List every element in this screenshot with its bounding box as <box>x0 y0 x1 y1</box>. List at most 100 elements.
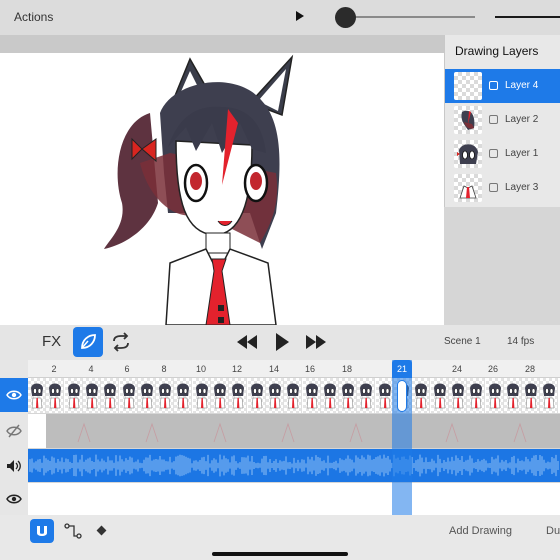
magnet-icon <box>37 526 47 536</box>
layer-thumbnail <box>454 72 482 100</box>
layer-row-4[interactable]: Layer 4 <box>445 69 560 103</box>
frame-cell[interactable] <box>265 378 284 413</box>
layer-thumbnail <box>454 106 482 134</box>
frame-cell[interactable] <box>119 378 138 413</box>
hair-thumbnail-icon <box>461 110 475 130</box>
frame-tick: 16 <box>304 364 316 374</box>
rewind-icon[interactable] <box>236 335 258 349</box>
add-drawing-button[interactable]: Add Drawing <box>449 525 512 537</box>
layer-row-3[interactable]: Layer 3 <box>445 171 560 205</box>
frame-ruler[interactable]: 2 4 6 8 10 12 14 16 18 24 26 28 <box>28 360 560 378</box>
drawing-canvas[interactable] <box>0 53 444 325</box>
frame-cell[interactable] <box>467 378 486 413</box>
snap-button[interactable] <box>30 519 54 543</box>
layer-row-2[interactable]: Layer 2 <box>445 103 560 137</box>
track-visibility-toggle[interactable] <box>0 414 28 448</box>
frame-cell[interactable] <box>137 378 156 413</box>
frame-cell[interactable] <box>375 378 394 413</box>
frame-thumbnail <box>122 383 135 409</box>
fx-button[interactable]: FX <box>42 333 61 350</box>
frame-cell[interactable] <box>247 378 266 413</box>
frame-cell[interactable] <box>503 378 522 413</box>
fast-forward-icon[interactable] <box>305 335 327 349</box>
frame-cell[interactable] <box>64 378 83 413</box>
layer-visibility-icon[interactable] <box>489 149 498 158</box>
preview-slider-track[interactable] <box>345 16 475 18</box>
character-drawing <box>104 54 294 325</box>
actions-menu[interactable]: Actions <box>14 10 53 24</box>
layer-label: Layer 3 <box>505 182 539 193</box>
duplicate-button[interactable]: Du <box>546 525 560 537</box>
frame-cell[interactable] <box>339 378 358 413</box>
frame-cell[interactable] <box>485 378 504 413</box>
frame-thumbnail <box>415 383 428 409</box>
frame-cell[interactable] <box>540 378 559 413</box>
frame-cell[interactable] <box>101 378 120 413</box>
frame-cell[interactable] <box>46 378 65 413</box>
frame-thumbnail <box>451 383 464 409</box>
loop-icon[interactable] <box>110 332 132 352</box>
frame-thumbnail <box>177 383 190 409</box>
diamond-icon[interactable] <box>96 525 107 536</box>
layer-label: Layer 4 <box>505 80 539 91</box>
frame-thumbnail <box>104 383 117 409</box>
frame-thumbnail <box>378 383 391 409</box>
frame-cell[interactable] <box>174 378 193 413</box>
layer-track-ghosts <box>77 422 527 443</box>
frame-thumbnail <box>342 383 355 409</box>
empty-track[interactable] <box>28 483 560 515</box>
frame-cell[interactable] <box>320 378 339 413</box>
top-bar: Actions <box>0 0 560 35</box>
audio-waveform <box>29 454 559 477</box>
frame-tick: 10 <box>195 364 207 374</box>
timeline-toolbar: FX Scene 1 14 fps <box>0 325 560 360</box>
layer-visibility-icon[interactable] <box>489 81 498 90</box>
track-visibility-toggle[interactable] <box>0 482 28 516</box>
frame-cell[interactable] <box>412 378 431 413</box>
layer-row-1[interactable]: Layer 1 <box>445 137 560 171</box>
track-visibility-toggle[interactable] <box>0 378 28 412</box>
brush-tool-button[interactable] <box>73 327 103 357</box>
frame-cell[interactable] <box>211 378 229 413</box>
layer-label: Layer 2 <box>505 114 539 125</box>
eye-icon <box>6 494 22 504</box>
audio-track-toggle[interactable] <box>0 449 28 483</box>
frame-cell[interactable] <box>448 378 467 413</box>
frame-thumbnail <box>323 383 336 409</box>
drawing-layers-panel: Drawing Layers Layer 4 Layer 2 Layer 1 L… <box>444 35 560 207</box>
secondary-layer-track[interactable] <box>28 414 560 448</box>
frame-cell[interactable] <box>192 378 211 413</box>
frame-thumbnail <box>488 383 501 409</box>
fps-label[interactable]: 14 fps <box>507 336 534 347</box>
frame-cell[interactable] <box>82 378 101 413</box>
frame-tick: 6 <box>124 364 130 374</box>
preview-slider-thumb[interactable] <box>335 7 356 28</box>
frame-cell[interactable] <box>28 378 46 413</box>
frame-cell[interactable] <box>430 378 449 413</box>
layer-visibility-icon[interactable] <box>489 115 498 124</box>
canvas-area <box>0 35 444 325</box>
scene-label[interactable]: Scene 1 <box>444 336 481 347</box>
current-frame-indicator[interactable]: 21 <box>392 360 412 378</box>
play-icon[interactable] <box>274 333 290 351</box>
connect-icon[interactable] <box>64 523 82 539</box>
frame-cell[interactable] <box>156 378 175 413</box>
layers-panel-title: Drawing Layers <box>455 44 539 58</box>
layer-thumbnail <box>454 174 482 202</box>
frame-cell[interactable] <box>522 378 541 413</box>
frame-cell[interactable] <box>284 378 303 413</box>
frame-thumbnail <box>49 383 62 409</box>
audio-track[interactable] <box>28 449 560 482</box>
frame-cell[interactable] <box>302 378 321 413</box>
body-thumbnail-icon <box>459 185 477 199</box>
frame-cell[interactable] <box>357 378 376 413</box>
head-thumbnail-icon <box>457 144 478 164</box>
frame-tick: 12 <box>231 364 243 374</box>
playhead-handle[interactable] <box>397 380 407 412</box>
layer-visibility-icon[interactable] <box>489 183 498 192</box>
frame-cell[interactable] <box>229 378 248 413</box>
play-icon[interactable] <box>296 11 304 21</box>
drawing-frames-track[interactable] <box>28 378 560 413</box>
frame-thumbnail <box>31 383 43 409</box>
frame-thumbnail <box>250 383 263 409</box>
